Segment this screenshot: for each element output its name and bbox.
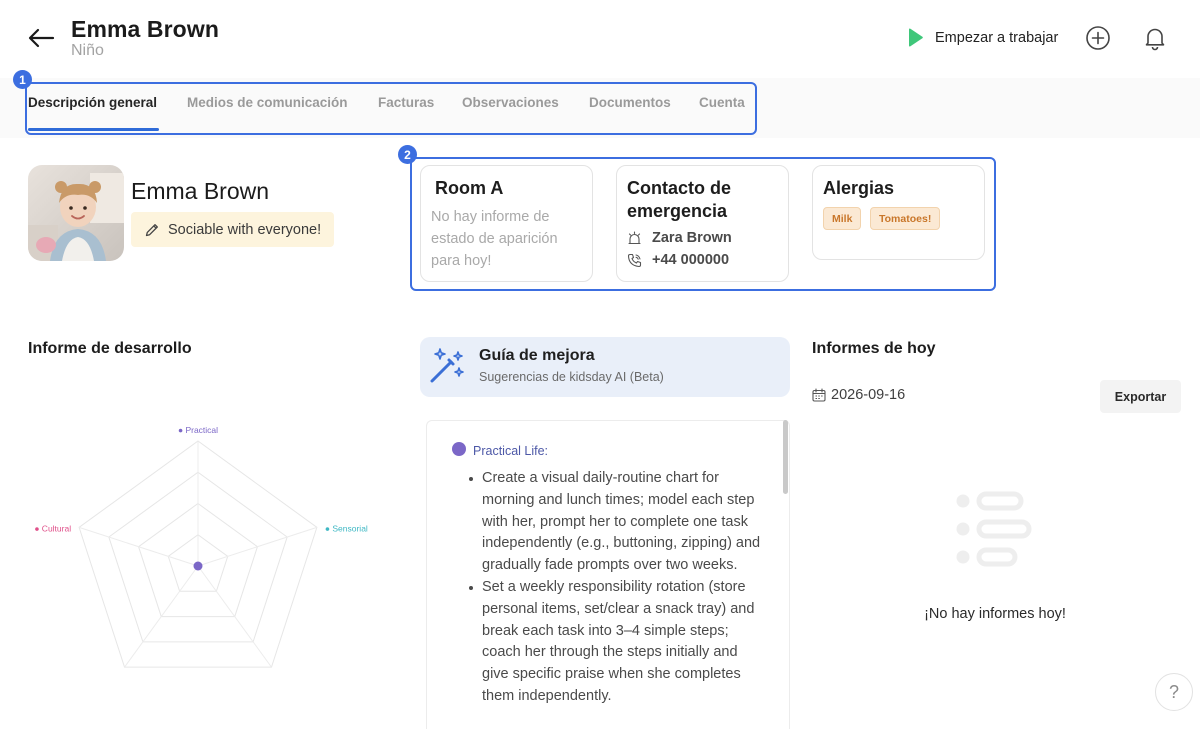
guide-subtitle: Sugerencias de kidsday AI (Beta): [479, 370, 664, 384]
empty-reports-message: ¡No hay informes hoy!: [924, 606, 1066, 622]
report-date[interactable]: 2026-09-16: [812, 387, 905, 403]
start-work-label: Empezar a trabajar: [935, 30, 1059, 46]
question-mark-icon: ?: [1168, 681, 1179, 702]
radar-axis-line: [78, 526, 199, 567]
profile-name: Emma Brown: [131, 178, 270, 204]
contact-phone: +44 000000: [652, 252, 730, 268]
back-button[interactable]: [26, 24, 56, 52]
radar-chart-svg: ● Practical● Sensorial● Language● Mathem…: [34, 425, 368, 681]
arrow-left-icon: [28, 28, 55, 48]
pencil-icon: [145, 223, 158, 236]
radar-axis-label: ● Cultural: [34, 523, 71, 533]
mood-text: Sociable with everyone!: [168, 221, 322, 238]
emergency-title: Contacto de emergencia: [627, 178, 732, 221]
empty-list-icon: [955, 490, 1033, 570]
emergency-contact-card[interactable]: Contacto de emergencia Zara Brown +44 00…: [616, 165, 789, 282]
guide-suggestions-list: Create a visual daily-routine chart for …: [469, 468, 762, 708]
development-report-title: Informe de desarrollo: [28, 340, 192, 357]
notifications-button[interactable]: [1142, 25, 1168, 51]
development-radar-chart[interactable]: ● Practical● Sensorial● Language● Mathem…: [28, 420, 368, 681]
radar-value-point: [193, 561, 203, 571]
start-work-button[interactable]: Empezar a trabajar: [905, 26, 1058, 50]
phone-icon: [627, 253, 642, 267]
room-card[interactable]: Room A No hay informe de estado de apari…: [420, 165, 593, 282]
person-alarm-icon: [628, 230, 641, 244]
allergies-card[interactable]: Alergias Milk Tomatoes!: [812, 165, 985, 260]
todays-reports-title: Informes de hoy: [812, 340, 936, 357]
improvement-guide-banner[interactable]: Guía de mejora Sugerencias de kidsday AI…: [420, 337, 790, 397]
contact-name: Zara Brown: [652, 230, 732, 246]
radar-axis-line: [197, 526, 318, 567]
guide-scrollbar[interactable]: [783, 420, 788, 494]
room-title: Room A: [435, 178, 504, 198]
help-button[interactable]: ?: [1155, 673, 1193, 711]
list-item: Set a weekly responsibility rotation (st…: [469, 577, 762, 708]
svg-text:● Practical: ● Practical: [178, 425, 218, 435]
svg-text:● Cultural: ● Cultural: [34, 523, 71, 533]
app-header: Emma Brown Niño Empezar a trabajar: [0, 0, 1200, 78]
allergies-title: Alergias: [823, 178, 895, 198]
calendar-icon: [812, 388, 826, 402]
room-status-message: No hay informe de estado de aparición pa…: [431, 209, 558, 269]
guide-category-label: Practical Life:: [473, 444, 549, 458]
plus-circle-icon: [1086, 26, 1110, 50]
add-button[interactable]: [1085, 25, 1111, 51]
mood-status[interactable]: Sociable with everyone!: [131, 212, 334, 247]
allergy-chip: Tomatoes!: [870, 207, 941, 230]
contact-name-row: Zara Brown: [627, 230, 732, 246]
page-subtitle: Niño: [71, 42, 104, 59]
list-item: Create a visual daily-routine chart for …: [469, 468, 762, 577]
annotation-marker-1: 1: [13, 70, 32, 89]
radar-axis-label: ● Practical: [178, 425, 218, 435]
svg-text:● Sensorial: ● Sensorial: [325, 523, 368, 533]
bell-icon: [1145, 28, 1165, 51]
annotation-box-tabs: [25, 82, 757, 135]
radar-axis-label: ● Sensorial: [325, 523, 368, 533]
child-photo: [28, 165, 124, 261]
page-title: Emma Brown: [71, 16, 219, 42]
avatar: [28, 165, 124, 261]
guide-suggestions-panel[interactable]: Practical Life: Create a visual daily-ro…: [426, 420, 790, 729]
category-dot: [452, 442, 466, 456]
play-icon: [909, 28, 923, 47]
magic-wand-icon: [430, 348, 464, 383]
allergy-chip: Milk: [823, 207, 862, 230]
export-button[interactable]: Exportar: [1100, 380, 1181, 413]
guide-title: Guía de mejora: [479, 347, 595, 364]
contact-phone-row[interactable]: +44 000000: [627, 252, 729, 268]
report-date-text: 2026-09-16: [831, 387, 906, 403]
annotation-marker-2: 2: [398, 145, 417, 164]
